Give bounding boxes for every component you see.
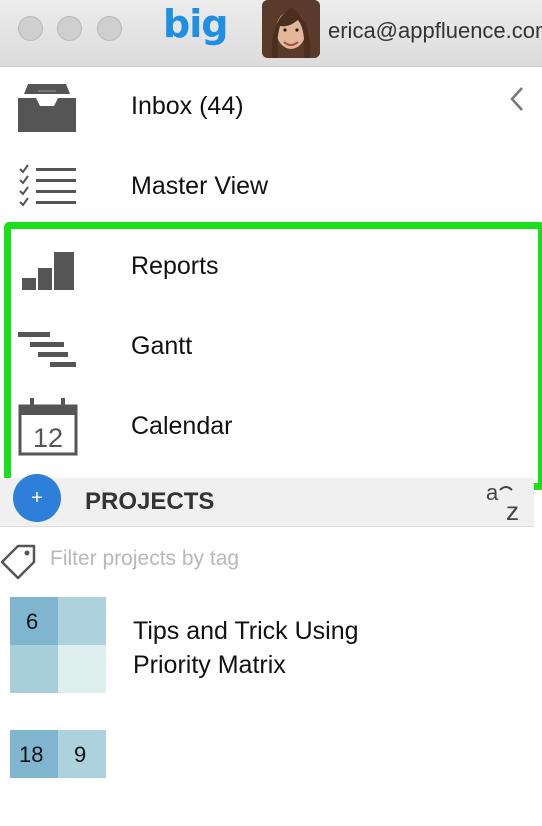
priority-matrix-thumbnail[interactable]: 18 9 xyxy=(10,730,106,826)
nav-item-label: Master View xyxy=(131,172,269,200)
bar-chart-icon xyxy=(22,252,74,290)
avatar[interactable] xyxy=(262,0,320,58)
add-project-button[interactable]: + xyxy=(13,474,61,522)
minimize-window-button[interactable] xyxy=(57,16,82,41)
chevron-left-icon[interactable] xyxy=(506,84,528,114)
avatar-image xyxy=(262,0,320,58)
quadrant-2 xyxy=(58,597,106,645)
checklist-icon xyxy=(19,164,76,207)
nav-item-master-view[interactable]: Master View xyxy=(0,146,542,226)
priority-matrix-thumbnail[interactable]: 6 xyxy=(10,597,106,693)
nav-item-gantt[interactable]: Gantt xyxy=(0,306,542,386)
nav-item-label: Gantt xyxy=(131,332,193,360)
nav-item-inbox[interactable]: Inbox (44) xyxy=(0,66,542,146)
nav-item-label: Reports xyxy=(131,252,219,280)
projects-title: PROJECTS xyxy=(85,488,215,515)
nav-item-reports[interactable]: Reports xyxy=(0,226,542,306)
gantt-icon xyxy=(18,332,76,367)
quadrant-1: 6 xyxy=(10,597,58,645)
quadrant-4 xyxy=(58,645,106,693)
quadrant-1: 18 xyxy=(10,730,58,778)
tag-icon[interactable] xyxy=(0,542,38,580)
title-bar: big erica@appfluence.com xyxy=(0,0,542,67)
calendar-day: 12 xyxy=(33,423,63,453)
nav-item-calendar[interactable]: 12 Calendar xyxy=(0,386,542,466)
projects-header xyxy=(0,478,534,527)
sort-letter-a: a xyxy=(486,480,499,505)
sort-letter-z: z xyxy=(506,496,519,522)
project-name[interactable]: Tips and Trick Using Priority Matrix xyxy=(133,614,433,682)
filter-projects-input[interactable]: Filter projects by tag xyxy=(50,547,239,571)
zoom-window-button[interactable] xyxy=(97,16,122,41)
quadrant-2: 9 xyxy=(58,730,106,778)
inbox-icon xyxy=(18,84,76,132)
close-window-button[interactable] xyxy=(18,16,43,41)
calendar-icon: 12 xyxy=(18,398,78,456)
nav-item-label: Calendar xyxy=(131,412,233,440)
user-email[interactable]: erica@appfluence.com xyxy=(328,18,542,44)
nav-item-label: Inbox (44) xyxy=(131,92,244,120)
sort-az-icon[interactable]: a z xyxy=(484,480,528,522)
quadrant-3 xyxy=(10,645,58,693)
app-logo: big xyxy=(163,2,228,46)
